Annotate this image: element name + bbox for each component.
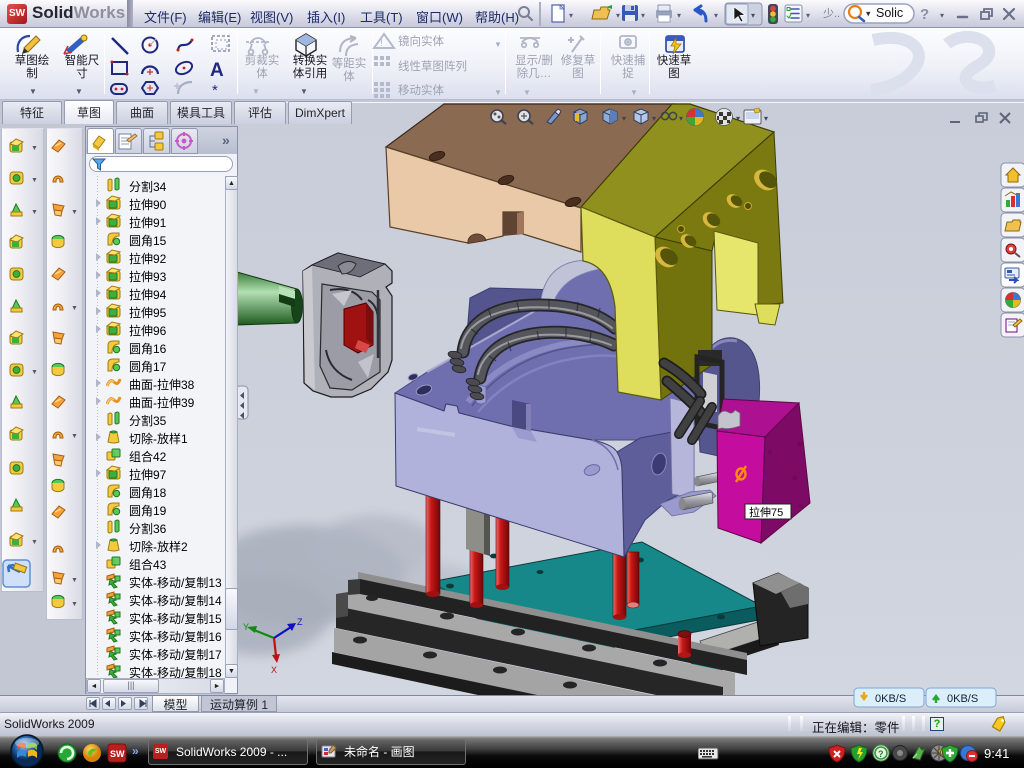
svg-text:0KB/S: 0KB/S: [947, 693, 978, 705]
svg-text:▼: ▼: [71, 209, 78, 216]
svg-text:▾: ▾: [679, 114, 683, 123]
svg-text:?: ?: [920, 6, 929, 23]
svg-text:»: »: [132, 744, 139, 758]
svg-text:SW: SW: [110, 749, 125, 759]
svg-text:▾: ▾: [940, 11, 944, 20]
svg-text:▾: ▾: [736, 114, 740, 123]
svg-text:▾: ▾: [764, 114, 768, 123]
svg-text:少..: 少..: [823, 7, 840, 20]
svg-text:0KB/S: 0KB/S: [875, 693, 906, 705]
svg-text:▾: ▾: [866, 9, 871, 19]
svg-text:A: A: [210, 60, 224, 81]
svg-text:?: ?: [878, 749, 884, 759]
svg-text:▼: ▼: [31, 539, 38, 546]
svg-text:▾: ▾: [806, 11, 810, 20]
svg-text:!: !: [380, 38, 383, 49]
svg-text:▾: ▾: [622, 114, 626, 123]
svg-text:▾: ▾: [751, 11, 755, 20]
svg-text:▾: ▾: [641, 11, 645, 20]
svg-text:拉伸75: 拉伸75: [749, 505, 783, 519]
svg-text:▼: ▼: [31, 209, 38, 216]
svg-text:X: X: [271, 665, 277, 675]
svg-text:▼: ▼: [71, 305, 78, 312]
svg-text:▾: ▾: [714, 11, 718, 20]
svg-text:▾: ▾: [569, 11, 573, 20]
svg-text:▾: ▾: [616, 11, 620, 20]
svg-text:Solic: Solic: [876, 6, 903, 20]
svg-text:Z: Z: [297, 617, 303, 627]
svg-text:▾: ▾: [652, 114, 656, 123]
svg-text:▼: ▼: [31, 369, 38, 376]
svg-text:▼: ▼: [71, 433, 78, 440]
svg-text:▼: ▼: [71, 577, 78, 584]
svg-text:▼: ▼: [71, 601, 78, 608]
svg-text:▼: ▼: [31, 177, 38, 184]
svg-text:*: *: [212, 82, 218, 99]
svg-text:▾: ▾: [677, 11, 681, 20]
svg-text:▼: ▼: [31, 145, 38, 152]
svg-text:Y: Y: [243, 622, 249, 632]
